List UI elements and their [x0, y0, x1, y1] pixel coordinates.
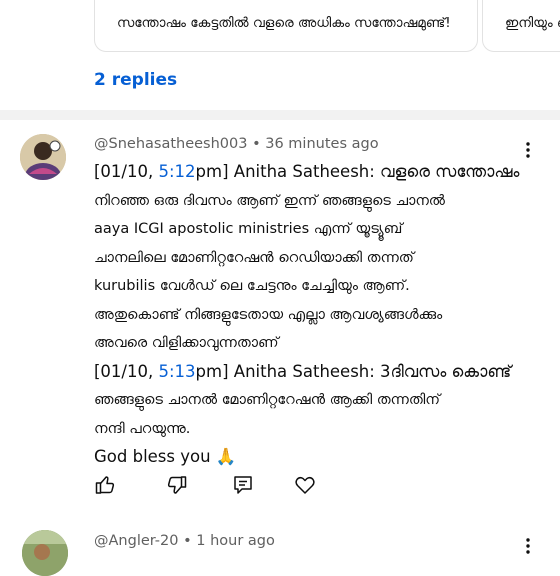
section-divider [0, 110, 560, 120]
comment-time: 36 minutes ago [265, 136, 379, 152]
comment-line: aaya ICGI apostolic ministries എന്ന് യൂട… [94, 221, 403, 237]
comment-line: kurubilis വേൾഡ് ലെ ചേട്ടനും ചേച്ചിയും ആണ… [94, 278, 410, 294]
reply-preview-card[interactable]: സന്തോഷം കേട്ടതിൽ വളരെ അധികം സന്തോഷമുണ്ട്… [94, 0, 478, 52]
heart-icon[interactable] [294, 474, 316, 496]
meta-separator: • [183, 533, 192, 549]
avatar[interactable] [20, 134, 66, 180]
comment-line: ഞങ്ങളുടെ ചാനൽ മോണിറ്ററേഷൻ ആക്കി തന്നതിന് [94, 392, 441, 408]
comment-author[interactable]: @Angler-20 [94, 533, 178, 549]
more-vert-icon[interactable] [522, 537, 534, 555]
comment-meta: @Snehasatheesh003 • 36 minutes ago [94, 136, 379, 152]
more-vert-icon[interactable] [522, 141, 534, 159]
thumbs-down-icon[interactable] [166, 474, 188, 496]
reply-preview-text: ഇനിയും ഒര [505, 15, 560, 31]
comment-line: അവരെ വിളിക്കാവുന്നതാണ് [94, 335, 279, 351]
reply-preview-text: സന്തോഷം കേട്ടതിൽ വളരെ അധികം സന്തോഷമുണ്ട്… [117, 15, 451, 31]
comment-line: [01/10, 5:13pm] Anitha Satheesh: 3ദിവസം … [94, 361, 512, 381]
comment-time: 1 hour ago [196, 533, 275, 549]
avatar[interactable] [22, 530, 68, 576]
reply-preview-card[interactable]: ഇനിയും ഒര [482, 0, 560, 52]
timestamp-link[interactable]: 5:13 [158, 362, 195, 381]
comment-line: God bless you 🙏 [94, 447, 237, 466]
reply-preview-strip: സന്തോഷം കേട്ടതിൽ വളരെ അധികം സന്തോഷമുണ്ട്… [0, 0, 560, 62]
meta-separator: • [252, 136, 261, 152]
comment-line: നന്ദി പറയുന്നു. [94, 420, 191, 437]
comment-line: നിറഞ്ഞ ഒരു ദിവസം ആണ് ഇന്ന് ഞങ്ങളുടെ ചാനൽ [94, 192, 445, 209]
replies-link[interactable]: 2 replies [94, 70, 177, 90]
comment-line: അതുകൊണ്ട് നിങ്ങളുടേതായ എല്ലാ ആവശ്യങ്ങൾക്… [94, 306, 443, 323]
timestamp-link[interactable]: 5:12 [158, 162, 195, 181]
comment-body: [01/10, 5:12pm] Anitha Satheesh: വളരെ സന… [94, 158, 544, 472]
thumbs-up-icon[interactable] [94, 474, 116, 496]
comment-line: [01/10, 5:12pm] Anitha Satheesh: വളരെ സന… [94, 162, 520, 181]
comment-line: ചാനലിലെ മോണിറ്ററേഷൻ റെഡിയാക്കി തന്നത് [94, 249, 414, 266]
reply-icon[interactable] [232, 474, 254, 496]
comment-meta: @Angler-20 • 1 hour ago [94, 533, 275, 549]
comment-action-bar [0, 474, 560, 496]
comment-author[interactable]: @Snehasatheesh003 [94, 136, 247, 152]
